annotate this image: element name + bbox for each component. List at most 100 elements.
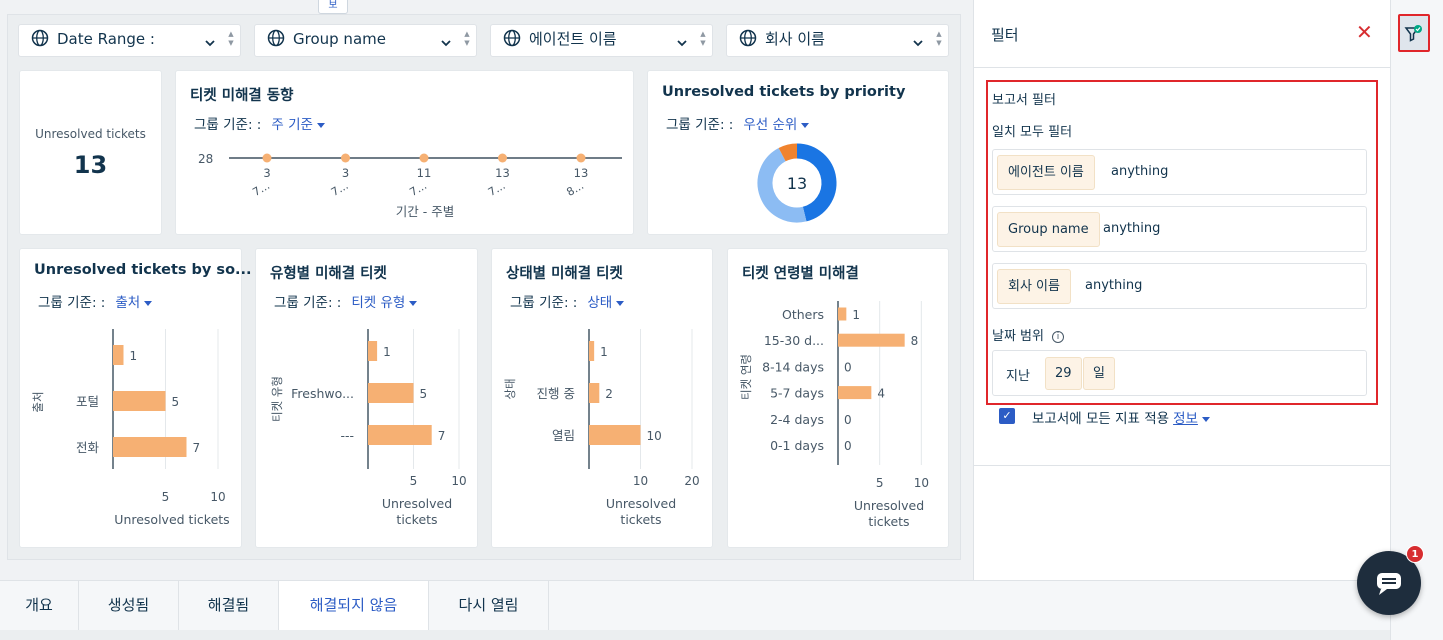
info-icon[interactable]: i — [1051, 330, 1064, 343]
data-label: 7 — [193, 441, 201, 455]
filter-label: 회사 이름 — [765, 30, 825, 48]
caret-down-icon[interactable] — [1201, 416, 1210, 422]
condition-field[interactable]: 회사 이름 — [997, 269, 1071, 304]
donut-center-label: 13 — [787, 174, 807, 193]
condition-value[interactable]: anything — [1085, 278, 1142, 293]
donut-slice — [778, 143, 798, 162]
tab-overview[interactable]: 개요 — [0, 581, 79, 630]
y-tick-label: 28 — [198, 152, 213, 166]
x-axis-label: tickets — [396, 512, 437, 527]
group-name-filter[interactable]: Group name ▲ ▼ — [254, 24, 477, 57]
trend-card[interactable]: 티켓 미해결 동향 그룹 기준: :주 기준 28 3 7... 3 7... 11 7..… — [175, 70, 634, 235]
stepper-icon[interactable]: ▲ ▼ — [934, 30, 944, 48]
category-label: 전화 — [76, 440, 100, 455]
data-label: 0 — [844, 439, 852, 453]
date-unit[interactable]: 일 — [1083, 357, 1115, 390]
agent-name-filter[interactable]: 에이전트 이름 ▲ ▼ — [490, 24, 713, 57]
trend-point — [419, 153, 429, 163]
match-all-label: 일치 모두 필터 — [992, 125, 1073, 140]
category-label: 2-4 days — [770, 412, 824, 427]
notification-badge: 1 — [1406, 545, 1424, 563]
category-label: 포털 — [76, 394, 99, 409]
bar — [589, 341, 595, 361]
x-tick-label: 7... — [250, 179, 272, 199]
y-axis-label: 출처 — [31, 391, 45, 412]
bar — [113, 345, 124, 365]
condition-value[interactable]: anything — [1111, 164, 1168, 179]
data-label: 5 — [172, 395, 180, 409]
date-amount[interactable]: 29 — [1045, 357, 1082, 390]
chevron-down-icon — [913, 40, 923, 47]
info-link[interactable]: 정보 — [1173, 411, 1198, 427]
filter-condition-agent[interactable]: 에이전트 이름 anything — [992, 149, 1367, 195]
bar — [838, 333, 905, 347]
kpi-card[interactable]: Unresolved tickets 13 — [19, 70, 162, 235]
data-label: 1 — [130, 349, 138, 363]
data-label: 1 — [852, 308, 860, 322]
source-bar-chart: 출처5 1015포털7전화Unresolved tickets — [31, 329, 230, 527]
x-tick-label: 10 — [451, 474, 466, 488]
filter-condition-group[interactable]: Group name anything — [992, 206, 1367, 252]
filter-label: Group name — [293, 30, 386, 48]
tab-reopened[interactable]: 다시 열림 — [429, 581, 549, 630]
date-range-input[interactable]: 지난 29 일 — [992, 350, 1367, 396]
date-range-filter[interactable]: Date Range : ▲ ▼ — [18, 24, 241, 57]
data-label: 4 — [877, 387, 885, 401]
date-range-label-row: 날짜 범위 i — [992, 325, 1064, 344]
category-label: 0-1 days — [770, 438, 824, 453]
bar — [838, 307, 847, 321]
stepper-icon[interactable]: ▲ ▼ — [698, 30, 708, 48]
age-card[interactable]: 티켓 연령별 미해결 티켓 연령 5 10 1 Others 8 15-30 d... 0 8-… — [727, 248, 949, 548]
priority-card[interactable]: Unresolved tickets by priority 그룹 기준: :우… — [647, 70, 949, 235]
priority-donut-chart: 13 — [757, 143, 837, 223]
right-rail — [1390, 0, 1443, 640]
filter-panel-title: 필터 — [991, 26, 1019, 44]
bar — [113, 437, 187, 457]
bottom-strip — [0, 630, 1390, 640]
trend-point — [498, 153, 507, 163]
stepper-icon[interactable]: ▲ ▼ — [462, 30, 472, 48]
condition-field[interactable]: Group name — [997, 212, 1100, 247]
filter-condition-company[interactable]: 회사 이름 anything — [992, 263, 1367, 309]
stepper-icon[interactable]: ▲ ▼ — [226, 30, 236, 48]
globe-icon — [31, 29, 49, 47]
globe-icon — [267, 29, 285, 47]
x-axis-label: Unresolved — [382, 496, 452, 511]
category-label: --- — [340, 428, 354, 443]
x-tick-label: 10 — [633, 474, 648, 488]
tab-resolved[interactable]: 해결됨 — [179, 581, 279, 630]
data-label: 10 — [647, 429, 662, 443]
globe-icon — [739, 29, 757, 47]
trend-point — [341, 153, 350, 163]
data-label: 8 — [911, 334, 919, 348]
x-tick-label: 5 — [162, 490, 170, 504]
close-icon[interactable]: ✕ — [1356, 22, 1373, 42]
type-bar-chart: 티켓 유형5 1015Freshwo...7---Unresolvedticket… — [270, 329, 467, 527]
tab-created[interactable]: 생성됨 — [79, 581, 179, 630]
report-filter-title: 보고서 필터 — [992, 93, 1056, 108]
data-label: 1 — [383, 345, 391, 359]
company-name-filter[interactable]: 회사 이름 ▲ ▼ — [726, 24, 949, 57]
filter-check-icon — [1404, 25, 1422, 42]
condition-value[interactable]: anything — [1103, 221, 1160, 236]
bar — [838, 386, 872, 400]
type-card[interactable]: 유형별 미해결 티켓 그룹 기준: : 티켓 유형 티켓 유형 5 10 1 5 Fresh… — [255, 248, 478, 548]
x-tick-label: 5 — [876, 476, 884, 490]
x-tick-label: 8... — [564, 179, 586, 199]
status-card[interactable]: 상태별 미해결 티켓 그룹 기준: : 상태 상태 10 20 1 2 진행 중 10 열림 Un… — [491, 248, 713, 548]
kpi-value: 13 — [73, 151, 108, 179]
apply-all-label: 보고서에 모든 지표 적용 — [1032, 411, 1170, 427]
filter-toggle-button[interactable] — [1398, 14, 1430, 52]
top-tab[interactable]: 보 — [318, 0, 348, 14]
age-bar-chart: 티켓 연령 5 10 1 Others 8 15-30 d... 0 8-14 days 4 5-7… — [739, 301, 929, 529]
filter-panel-header: 필터 ✕ — [974, 0, 1390, 68]
y-axis-label: 티켓 유형 — [270, 376, 284, 422]
y-axis-label: 티켓 연령 — [739, 354, 753, 400]
date-range-label: 날짜 범위 — [992, 329, 1044, 344]
condition-field[interactable]: 에이전트 이름 — [997, 155, 1095, 190]
x-tick-label: 7... — [407, 179, 429, 199]
main-area: 보 Date Range : ▲ ▼ Group name ▲ ▼ 에이전트 이름 … — [0, 0, 973, 580]
tab-unresolved[interactable]: 해결되지 않음 — [279, 581, 429, 630]
source-card[interactable]: Unresolved tickets by so... 그룹 기준: : 출처 출… — [19, 248, 252, 548]
apply-all-checkbox[interactable]: ✓ — [999, 408, 1015, 424]
